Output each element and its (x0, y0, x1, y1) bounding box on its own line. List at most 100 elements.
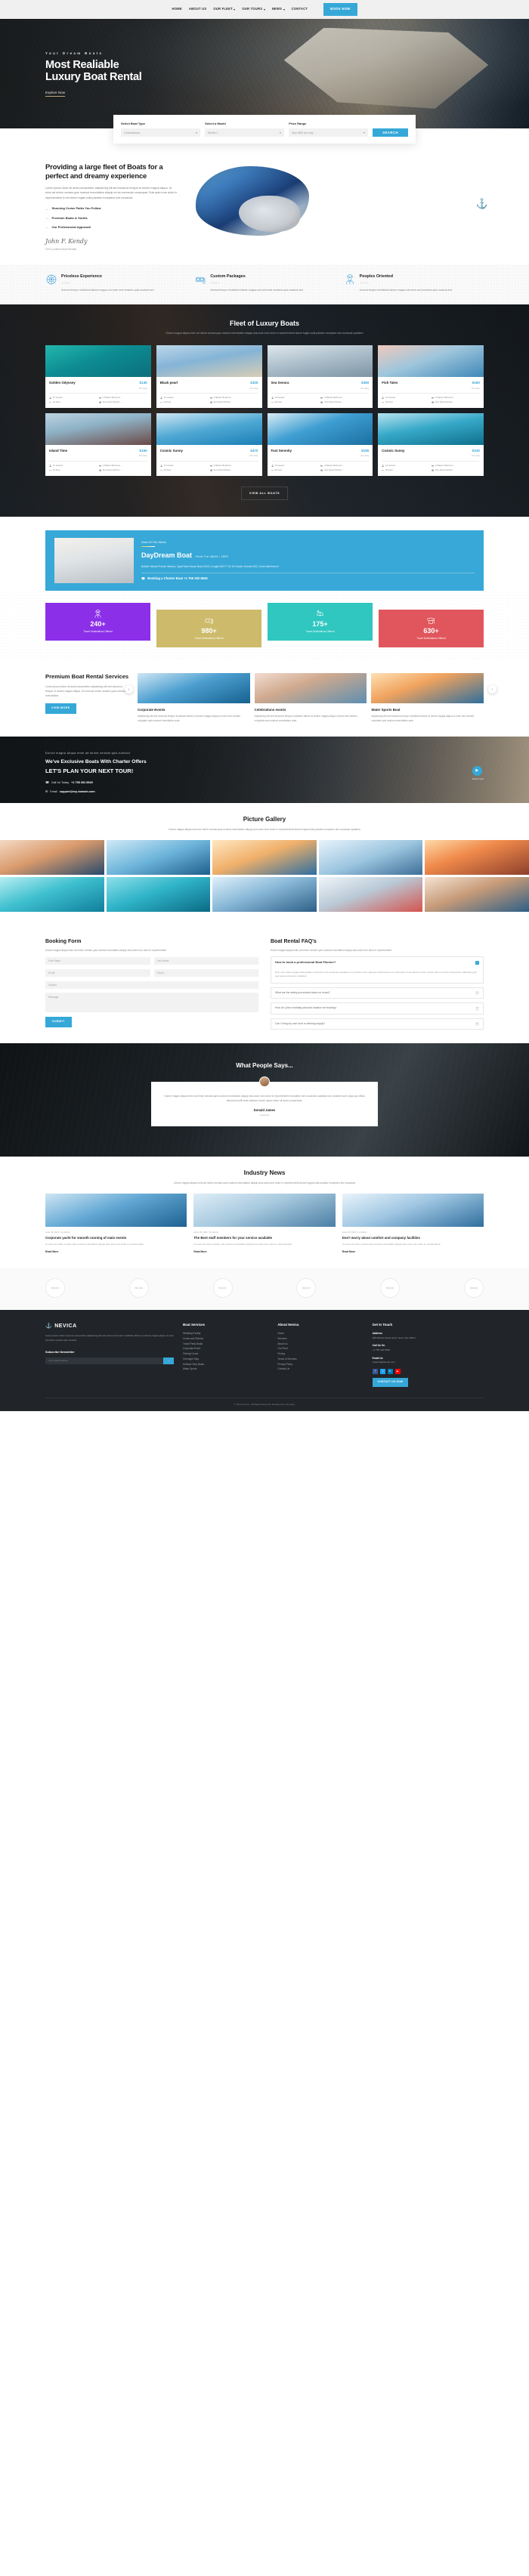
service-card-celebrations-events[interactable]: Celebrations events Adipisicing elit sed… (254, 673, 367, 723)
brand-logo[interactable]: BRAND (463, 1278, 484, 1299)
boat-card[interactable]: Cozmic Sunny $470 Per Day 12 Guests 2 Ma… (156, 413, 262, 477)
book-now-button[interactable]: BOOK NOW (323, 3, 357, 16)
counter-destinations-2: 980+ Travel Destinations Offered (156, 610, 261, 648)
boat-card[interactable]: Golden Odyssey $140 Per Day 12 Guests 2 … (45, 345, 151, 409)
nav-item-about-us[interactable]: ABOUT US (189, 7, 206, 12)
footer-link[interactable]: Overnight Stay (183, 1357, 268, 1362)
read-more-link[interactable]: Read More (45, 1250, 58, 1254)
gallery-image[interactable] (318, 839, 423, 875)
gallery-image[interactable] (425, 839, 529, 875)
gallery-image[interactable] (0, 876, 104, 912)
footer-link[interactable]: Travel Party Boats (183, 1342, 268, 1347)
message-textarea[interactable]: Message (45, 993, 258, 1013)
first-name-input[interactable]: First Name (45, 957, 150, 965)
brand-logo[interactable]: BRAND (45, 1278, 65, 1299)
nav-item-home[interactable]: HOME (172, 7, 181, 12)
service-card-corporate-events[interactable]: Corporate Events Adipisicing elit sed ei… (138, 673, 250, 723)
phone-input[interactable]: Phone (153, 969, 258, 978)
footer-link[interactable]: Pricing (277, 1351, 363, 1357)
boat-type-select[interactable]: Celebrations (121, 128, 201, 137)
plus-icon[interactable]: + (475, 991, 479, 996)
last-name-input[interactable]: Last Name (153, 957, 258, 965)
nav-item-our-tours[interactable]: OUR TOURS (242, 7, 265, 12)
footer-link[interactable]: About Us (277, 1342, 363, 1347)
boat-card[interactable]: Fish Tales $160 Per Day 12 Guests 2 Mast… (378, 345, 484, 409)
faq-item-open[interactable]: How to book a professional Boat Planner?… (271, 956, 484, 984)
view-all-boats-button[interactable]: VIEW ALL BOATS (241, 486, 288, 501)
newsletter-input[interactable]: Your Email Address → (45, 1357, 174, 1364)
boat-card[interactable]: Fast Serenity $155 Per Day 12 Guests 2 M… (267, 413, 373, 477)
search-button[interactable]: SEARCH (373, 128, 409, 137)
price-range-select[interactable]: Max $50 per day (289, 128, 369, 137)
read-more-link[interactable]: Read More (342, 1250, 355, 1254)
nav-item-our-fleet[interactable]: OUR FLEET (213, 7, 236, 12)
footer-link[interactable]: Cruise and Retreat (183, 1336, 268, 1342)
youtube-icon[interactable]: ▶ (394, 1368, 401, 1374)
gallery-image[interactable] (318, 876, 423, 912)
play-icon[interactable]: ▶ (472, 765, 482, 776)
footer-phone[interactable]: Call Us On +1 755 302 8549 (373, 1343, 484, 1352)
news-card[interactable]: June 18, 2021 / by Admin The Best staff … (193, 1193, 336, 1255)
footer-link[interactable]: Holiday Party Boats (183, 1362, 268, 1367)
faq-item[interactable]: How do I plan a holiday plan and locatio… (271, 1002, 484, 1015)
video-play-group[interactable]: ▶ Watch Now (472, 765, 484, 781)
twitter-icon[interactable]: t (379, 1368, 385, 1374)
news-card[interactable]: June 18, 2021 / by Admin Don't worry abo… (342, 1193, 484, 1255)
footer-link[interactable]: Corporate Event (183, 1346, 268, 1351)
gallery-image[interactable] (212, 839, 317, 875)
email-input[interactable]: Email (45, 969, 150, 978)
main-navigation: HOME ABOUT US OUR FLEET OUR TOURS NEWS C… (172, 3, 357, 16)
nav-item-news[interactable]: NEWS (272, 7, 285, 12)
plus-icon[interactable]: + (475, 1022, 479, 1027)
plus-icon[interactable]: + (475, 1006, 479, 1011)
footer-link[interactable]: Wedding Facility (183, 1331, 268, 1336)
carousel-next-button[interactable]: › (488, 685, 497, 694)
read-more-link[interactable]: Read More (193, 1250, 206, 1254)
boat-card[interactable]: Sea Senora $450 Per Day 12 Guests 2 Mast… (267, 345, 373, 409)
footer-link[interactable]: Contact Us (277, 1367, 363, 1372)
boat-card[interactable]: Island Time $150 Per Day 12 Guests 2 Mas… (45, 413, 151, 477)
contact-us-now-button[interactable]: CONTACT US NOW (372, 1377, 409, 1387)
newsletter-submit-button[interactable]: → (163, 1357, 174, 1364)
charter-email-row[interactable]: ✉ Email support@my-domain.com (45, 789, 465, 794)
faq-item[interactable]: Can I bring my own food or drinking supp… (271, 1018, 484, 1030)
bed-icon (320, 465, 323, 467)
footer-email[interactable]: Email Us support@domain.com (373, 1356, 484, 1365)
gallery-image[interactable] (425, 876, 529, 912)
brand-logo[interactable]: BRAND (296, 1278, 317, 1299)
faq-item[interactable]: What are the safety procedures taken on … (271, 987, 484, 999)
subject-input[interactable]: Subject (45, 981, 258, 990)
testimonial-card: Dolore magna aliqua enim ad minim veniam… (151, 1076, 378, 1127)
brand-logo[interactable]: BRAND (128, 1278, 149, 1299)
gallery-image[interactable] (106, 839, 211, 875)
footer-link[interactable]: Water Sports (183, 1367, 268, 1372)
linkedin-icon[interactable]: in (387, 1368, 393, 1374)
service-card-water-sports-boat[interactable]: Water Sports Boat Adipisicing elit sed e… (371, 673, 484, 723)
boat-card[interactable]: Black pearl $325 Per Day 12 Guests 2 Mas… (156, 345, 262, 409)
nav-item-contact[interactable]: CONTACT (292, 7, 308, 12)
minus-icon[interactable]: − (475, 961, 479, 965)
submit-button[interactable]: SUBMIT (45, 1017, 72, 1028)
footer-link[interactable]: Fishing Cruise (183, 1351, 268, 1357)
gallery-image[interactable] (0, 839, 104, 875)
footer-link[interactable]: Services (277, 1336, 363, 1342)
footer-link[interactable]: Home (277, 1331, 363, 1336)
charter-line1: We've Exclusive Boats With Charter Offer… (45, 758, 147, 764)
footer-link[interactable]: Our Fleet (277, 1346, 363, 1351)
carousel-prev-button[interactable]: ‹ (125, 685, 133, 694)
footer-logo[interactable]: ⚓ NEVICA (45, 1322, 174, 1330)
model-select[interactable]: Model 1 (205, 128, 285, 137)
gallery-image[interactable] (106, 876, 211, 912)
deal-phone[interactable]: ☎ Booking a Charter Boat +1 755 302 8549 (141, 576, 475, 582)
gallery-image[interactable] (212, 876, 317, 912)
footer-link[interactable]: Terms of Services (277, 1357, 363, 1362)
boat-card[interactable]: Cozmic Sunny $230 Per Day 12 Guests 2 Ma… (378, 413, 484, 477)
view-more-button[interactable]: VIEW MORE (45, 703, 76, 714)
news-card[interactable]: June 18, 2021 / by Admin Corporate yacht… (45, 1193, 187, 1255)
brand-logo[interactable]: BRAND (212, 1278, 233, 1299)
brand-logo[interactable]: BRAND (380, 1278, 401, 1299)
explore-now-link[interactable]: Explore Now (45, 90, 66, 97)
footer-link[interactable]: Privacy Policy (277, 1362, 363, 1367)
charter-phone-row[interactable]: ☎ Call Us Today +1 755 302 8549 (45, 780, 465, 785)
facebook-icon[interactable]: f (372, 1368, 378, 1374)
